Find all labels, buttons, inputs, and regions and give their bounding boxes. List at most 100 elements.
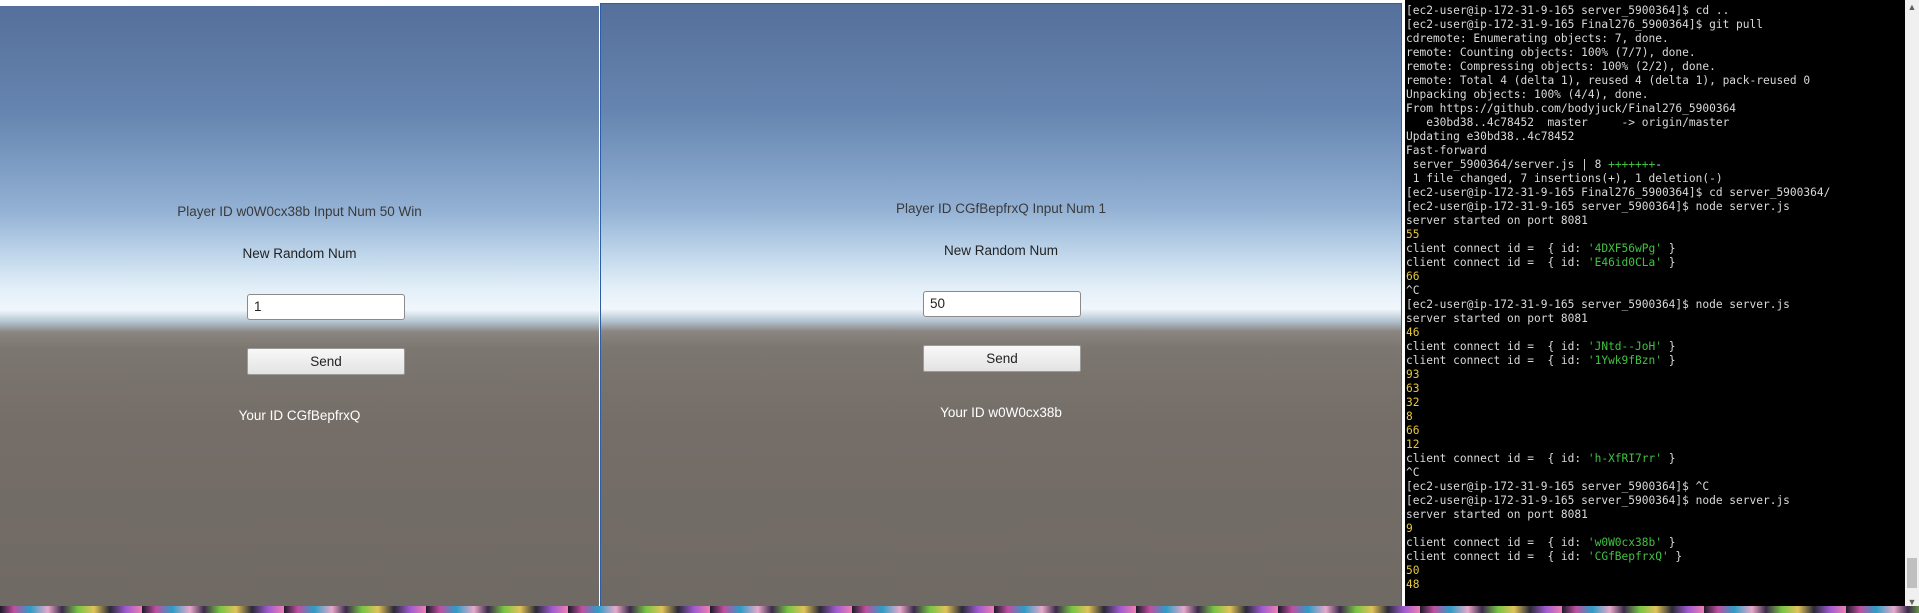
terminal-text-segment: client connect id = { id: xyxy=(1406,256,1588,269)
terminal-line: 8 xyxy=(1406,410,1901,424)
terminal-text-segment: [ec2-user@ip-172-31-9-165 server_5900364… xyxy=(1406,200,1790,213)
terminal-text-segment: 32 xyxy=(1406,396,1420,409)
terminal-text-segment: 'JNtd--JoH' xyxy=(1587,340,1662,353)
terminal-text-segment: 12 xyxy=(1406,438,1420,451)
your-id-text: Your ID CGfBepfrxQ xyxy=(238,408,361,423)
terminal-line: 63 xyxy=(1406,382,1901,396)
send-button[interactable]: Send xyxy=(247,348,405,375)
terminal-text-segment: +++++++ xyxy=(1608,158,1656,171)
terminal-line: 46 xyxy=(1406,326,1901,340)
terminal-line: remote: Counting objects: 100% (7/7), do… xyxy=(1406,46,1901,60)
terminal-line: Unpacking objects: 100% (4/4), done. xyxy=(1406,88,1901,102)
terminal-line: client connect id = { id: 'JNtd--JoH' } xyxy=(1406,340,1901,354)
terminal-text-segment: 66 xyxy=(1406,270,1420,283)
terminal-line: client connect id = { id: 'h-XfRI7rr' } xyxy=(1406,452,1901,466)
terminal-text-segment: '1Ywk9fBzn' xyxy=(1587,354,1662,367)
terminal-line: [ec2-user@ip-172-31-9-165 server_5900364… xyxy=(1406,4,1901,18)
terminal-scrollbar[interactable]: ▲ ▼ xyxy=(1905,0,1919,609)
terminal-line: 32 xyxy=(1406,396,1901,410)
terminal-text-segment: e30bd38..4c78452 master -> origin/master xyxy=(1406,116,1730,129)
terminal-text-segment: From https://github.com/bodyjuck/Final27… xyxy=(1406,102,1737,115)
number-input[interactable]: 50 xyxy=(923,291,1081,317)
terminal-line: Updating e30bd38..4c78452 xyxy=(1406,130,1901,144)
terminal-line: 93 xyxy=(1406,368,1901,382)
terminal-line: [ec2-user@ip-172-31-9-165 Final276_59003… xyxy=(1406,186,1901,200)
terminal-text-segment: client connect id = { id: xyxy=(1406,452,1588,465)
your-id-text: Your ID w0W0cx38b xyxy=(940,405,1062,420)
terminal-text-segment: } xyxy=(1661,354,1676,367)
terminal-line: [ec2-user@ip-172-31-9-165 server_5900364… xyxy=(1406,298,1901,312)
scrollbar-thumb[interactable] xyxy=(1907,558,1917,588)
terminal-text-segment: 'w0W0cx38b' xyxy=(1587,536,1662,549)
terminal-text-segment: Unpacking objects: 100% (4/4), done. xyxy=(1406,88,1649,101)
terminal-text-segment: ^C xyxy=(1406,284,1420,297)
new-random-num-label: New Random Num xyxy=(943,243,1059,258)
terminal-line: 55 xyxy=(1406,228,1901,242)
terminal-line: remote: Compressing objects: 100% (2/2),… xyxy=(1406,60,1901,74)
terminal-text-segment: server started on port 8081 xyxy=(1406,312,1588,325)
player-status-text: Player ID CGfBepfrxQ Input Num 1 xyxy=(895,201,1107,216)
terminal-text-segment: server started on port 8081 xyxy=(1406,214,1588,227)
terminal-text-segment: client connect id = { id: xyxy=(1406,550,1588,563)
terminal-text-segment: 50 xyxy=(1406,564,1420,577)
terminal-text-segment: client connect id = { id: xyxy=(1406,536,1588,549)
terminal-line: Fast-forward xyxy=(1406,144,1901,158)
terminal-line: e30bd38..4c78452 master -> origin/master xyxy=(1406,116,1901,130)
terminal-text-segment: remote: Compressing objects: 100% (2/2),… xyxy=(1406,60,1716,73)
number-input[interactable]: 1 xyxy=(247,294,405,320)
new-random-num-label: New Random Num xyxy=(242,246,357,261)
terminal-text-segment: server_5900364/server.js | 8 xyxy=(1406,158,1609,171)
terminal-text-segment: 9 xyxy=(1406,522,1413,535)
scroll-up-arrow-icon[interactable]: ▲ xyxy=(1905,0,1919,14)
terminal-text-segment: } xyxy=(1668,550,1683,563)
terminal-text-segment: [ec2-user@ip-172-31-9-165 Final276_59003… xyxy=(1406,18,1763,31)
terminal-text-segment: client connect id = { id: xyxy=(1406,354,1588,367)
terminal-text-segment: 'h-XfRI7rr' xyxy=(1587,452,1662,465)
terminal-text-segment: - xyxy=(1655,158,1662,171)
terminal-line: 66 xyxy=(1406,270,1901,284)
terminal-text-segment: [ec2-user@ip-172-31-9-165 server_5900364… xyxy=(1406,4,1730,17)
terminal-line: client connect id = { id: '4DXF56wPg' } xyxy=(1406,242,1901,256)
terminal-text-segment: remote: Total 4 (delta 1), reused 4 (del… xyxy=(1406,74,1811,87)
terminal-line: server started on port 8081 xyxy=(1406,508,1901,522)
terminal-line: 9 xyxy=(1406,522,1901,536)
terminal-line: 1 file changed, 7 insertions(+), 1 delet… xyxy=(1406,172,1901,186)
terminal-line: 50 xyxy=(1406,564,1901,578)
player-status-text: Player ID w0W0cx38b Input Num 50 Win xyxy=(177,204,422,219)
terminal-window[interactable]: [ec2-user@ip-172-31-9-165 server_5900364… xyxy=(1403,0,1919,609)
terminal-text-segment: [ec2-user@ip-172-31-9-165 server_5900364… xyxy=(1406,480,1710,493)
send-button[interactable]: Send xyxy=(923,345,1081,372)
terminal-line: 66 xyxy=(1406,424,1901,438)
terminal-text-segment: 'CGfBepfrxQ' xyxy=(1587,550,1669,563)
window-divider xyxy=(1403,0,1405,609)
terminal-text-segment: remote: Counting objects: 100% (7/7), do… xyxy=(1406,46,1696,59)
terminal-text-segment: 93 xyxy=(1406,368,1420,381)
terminal-line: cdremote: Enumerating objects: 7, done. xyxy=(1406,32,1901,46)
terminal-line: [ec2-user@ip-172-31-9-165 server_5900364… xyxy=(1406,480,1901,494)
left-game-window: Player ID w0W0cx38b Input Num 50 Win New… xyxy=(0,6,599,608)
terminal-line: ^C xyxy=(1406,284,1901,298)
terminal-line: server started on port 8081 xyxy=(1406,214,1901,228)
terminal-line: remote: Total 4 (delta 1), reused 4 (del… xyxy=(1406,74,1901,88)
terminal-text-segment: [ec2-user@ip-172-31-9-165 server_5900364… xyxy=(1406,494,1790,507)
terminal-line: From https://github.com/bodyjuck/Final27… xyxy=(1406,102,1901,116)
terminal-text-segment: 1 file changed, 7 insertions(+), 1 delet… xyxy=(1406,172,1723,185)
terminal-text-segment: [ec2-user@ip-172-31-9-165 Final276_59003… xyxy=(1406,186,1831,199)
terminal-text-segment: server started on port 8081 xyxy=(1406,508,1588,521)
terminal-text-segment: 66 xyxy=(1406,424,1420,437)
terminal-text-segment: 46 xyxy=(1406,326,1420,339)
terminal-text-segment: 8 xyxy=(1406,410,1413,423)
terminal-line: server started on port 8081 xyxy=(1406,312,1901,326)
terminal-line: client connect id = { id: 'E46id0CLa' } xyxy=(1406,256,1901,270)
terminal-text-segment: [ec2-user@ip-172-31-9-165 server_5900364… xyxy=(1406,298,1790,311)
terminal-text-segment: 63 xyxy=(1406,382,1420,395)
terminal-text-segment: } xyxy=(1661,256,1676,269)
terminal-text-segment: 48 xyxy=(1406,578,1420,591)
terminal-line: ^C xyxy=(1406,466,1901,480)
terminal-text-segment: } xyxy=(1661,536,1676,549)
terminal-line: client connect id = { id: 'w0W0cx38b' } xyxy=(1406,536,1901,550)
terminal-line: [ec2-user@ip-172-31-9-165 Final276_59003… xyxy=(1406,18,1901,32)
terminal-line: server_5900364/server.js | 8 +++++++- xyxy=(1406,158,1901,172)
terminal-line: [ec2-user@ip-172-31-9-165 server_5900364… xyxy=(1406,200,1901,214)
terminal-text-segment: 55 xyxy=(1406,228,1420,241)
